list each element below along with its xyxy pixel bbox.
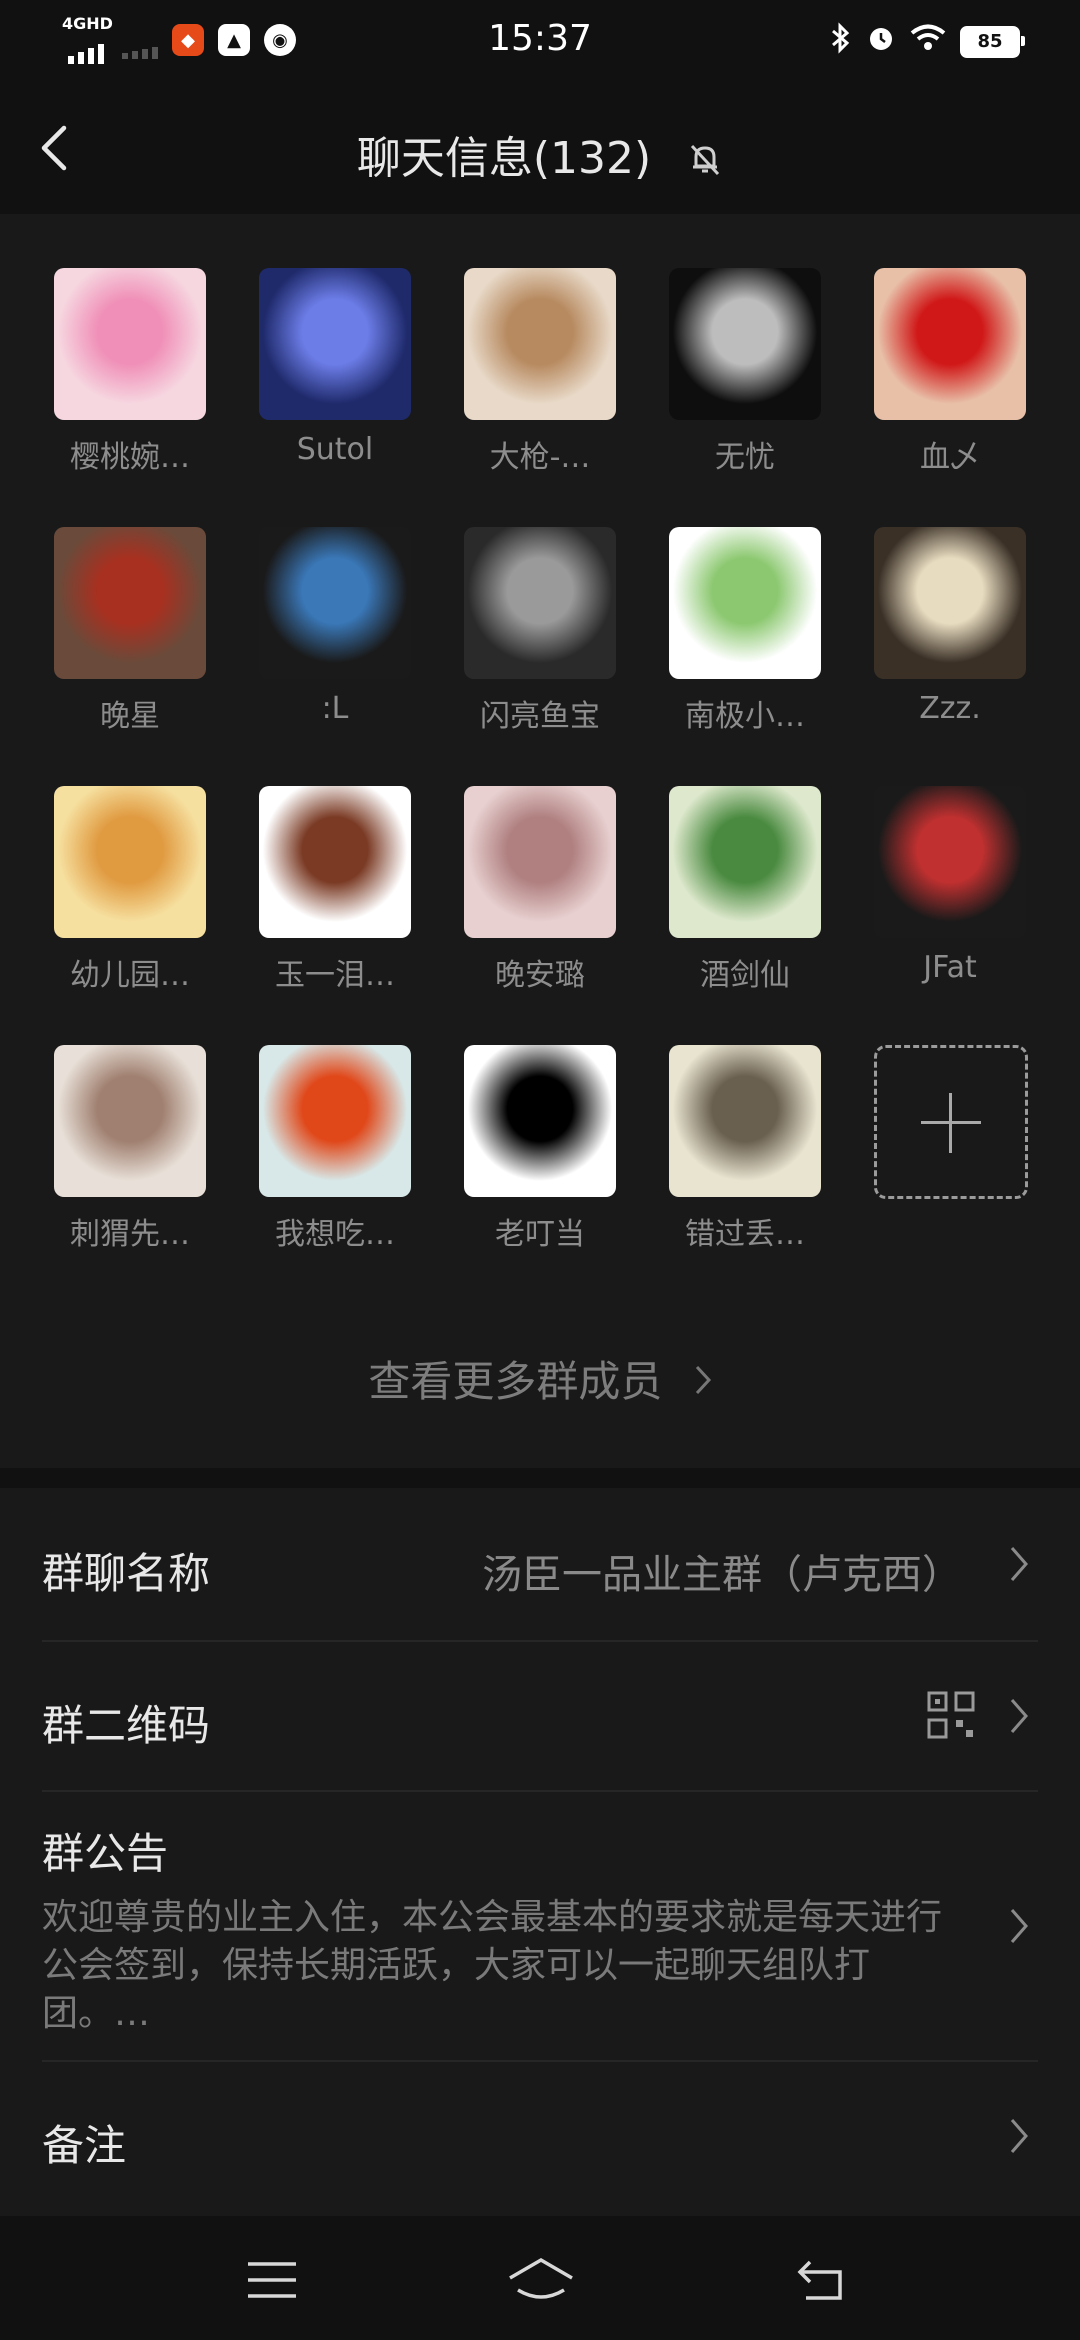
add-member-item	[874, 1045, 1028, 1304]
member-item[interactable]: 晚星	[54, 527, 206, 786]
alarm-icon	[866, 23, 896, 60]
chevron-right-icon	[1010, 1909, 1028, 1943]
member-avatar	[54, 527, 206, 679]
member-avatar	[259, 1045, 411, 1197]
member-name: 老叮当	[495, 1217, 585, 1252]
group-name-value: 汤臣一品业主群（卢克西）	[482, 1552, 962, 1598]
member-item[interactable]: 刺猬先…	[54, 1045, 206, 1304]
member-name: 南极小…	[685, 699, 805, 734]
group-name-label: 群聊名称	[42, 1549, 211, 1598]
member-name: Zzz.	[919, 691, 981, 726]
member-name: 血乄	[920, 440, 980, 475]
member-avatar	[669, 268, 821, 420]
member-item[interactable]: JFat	[874, 786, 1026, 1045]
system-nav-bar	[0, 2216, 1080, 2340]
member-avatar	[464, 786, 616, 938]
group-name-row[interactable]: 群聊名称 汤臣一品业主群（卢克西）	[42, 1488, 1038, 1642]
member-item[interactable]: 错过丢…	[669, 1045, 821, 1304]
member-name: 大枪-…	[489, 440, 591, 475]
member-name: 幼儿园…	[70, 958, 190, 993]
remark-row[interactable]: 备注	[42, 2060, 1038, 2216]
member-avatar	[874, 527, 1026, 679]
member-item[interactable]: Sutol	[259, 268, 411, 527]
view-more-members[interactable]: 查看更多群成员	[0, 1348, 1080, 1409]
home-icon[interactable]	[506, 2256, 576, 2304]
member-avatar	[874, 786, 1026, 938]
member-avatar	[669, 786, 821, 938]
member-avatar	[54, 786, 206, 938]
add-member-button[interactable]	[874, 1045, 1028, 1199]
member-item[interactable]: 我想吃…	[259, 1045, 411, 1304]
member-name: :L	[321, 691, 349, 726]
member-item[interactable]: 南极小…	[669, 527, 821, 786]
member-avatar	[669, 527, 821, 679]
member-item[interactable]: Zzz.	[874, 527, 1026, 786]
member-section: 樱桃婉… Sutol 大枪-… 无忧 血乄晚星 :L 闪亮鱼宝 南极小… Zzz. 幼儿园… 玉一泪…	[0, 214, 1080, 1468]
back-nav-icon[interactable]	[794, 2256, 850, 2304]
member-avatar	[464, 1045, 616, 1197]
bluetooth-icon	[830, 22, 852, 61]
member-item[interactable]: 老叮当	[464, 1045, 616, 1304]
wifi-icon	[910, 24, 946, 59]
member-name: 错过丢…	[685, 1217, 805, 1252]
qr-code-label: 群二维码	[42, 1701, 211, 1750]
member-name: 玉一泪…	[275, 958, 395, 993]
member-name: 闪亮鱼宝	[480, 699, 600, 734]
view-more-label: 查看更多群成员	[368, 1357, 663, 1406]
chevron-right-icon	[694, 1360, 712, 1406]
member-item[interactable]: 血乄	[874, 268, 1026, 527]
chevron-right-icon	[1010, 1547, 1028, 1581]
status-bar: 4GHD ◆ ▲ ◉ 15:37 85	[0, 0, 1080, 80]
member-grid: 樱桃婉… Sutol 大枪-… 无忧 血乄晚星 :L 闪亮鱼宝 南极小… Zzz. 幼儿园… 玉一泪…	[54, 268, 1028, 1304]
member-name: 酒剑仙	[700, 958, 790, 993]
group-notice-text: 欢迎尊贵的业主入住，本公会最基本的要求就是每天进行公会签到，保持长期活跃，大家可…	[42, 1897, 943, 2034]
member-avatar	[669, 1045, 821, 1197]
member-name: 我想吃…	[275, 1217, 395, 1252]
group-notice-label: 群公告	[42, 1829, 169, 1878]
page-title-text: 聊天信息(132)	[356, 133, 652, 184]
member-avatar	[54, 268, 206, 420]
member-name: 晚安璐	[495, 958, 585, 993]
group-notice-row[interactable]: 群公告 欢迎尊贵的业主入住，本公会最基本的要求就是每天进行公会签到，保持长期活跃…	[42, 1790, 1038, 2062]
member-item[interactable]: 樱桃婉…	[54, 268, 206, 527]
member-item[interactable]: 晚安璐	[464, 786, 616, 1045]
status-right: 85	[830, 22, 1025, 61]
member-name: 晚星	[100, 699, 160, 734]
member-name: 刺猬先…	[70, 1217, 190, 1252]
member-avatar	[464, 268, 616, 420]
page-title: 聊天信息(132)	[0, 122, 1080, 186]
member-avatar	[259, 527, 411, 679]
member-avatar	[54, 1045, 206, 1197]
member-name: 无忧	[715, 440, 775, 475]
chevron-right-icon	[1010, 2119, 1028, 2153]
chevron-right-icon	[1010, 1699, 1028, 1733]
member-name: JFat	[923, 950, 977, 985]
member-avatar	[259, 786, 411, 938]
remark-label: 备注	[42, 2121, 127, 2170]
member-item[interactable]: 大枪-…	[464, 268, 616, 527]
member-avatar	[464, 527, 616, 679]
settings-list: 群聊名称 汤臣一品业主群（卢克西） 群二维码 群公告 欢迎尊贵的业主入住，本公会…	[0, 1488, 1080, 2216]
menu-icon[interactable]	[244, 2256, 300, 2304]
member-item[interactable]: 闪亮鱼宝	[464, 527, 616, 786]
member-item[interactable]: 幼儿园…	[54, 786, 206, 1045]
qr-code-row[interactable]: 群二维码	[42, 1640, 1038, 1792]
member-item[interactable]: 酒剑仙	[669, 786, 821, 1045]
battery-indicator: 85	[960, 25, 1025, 58]
mute-bell-icon	[687, 137, 723, 176]
member-item[interactable]: :L	[259, 527, 411, 786]
member-avatar	[874, 268, 1026, 420]
member-name: Sutol	[296, 432, 374, 467]
member-item[interactable]: 玉一泪…	[259, 786, 411, 1045]
member-item[interactable]: 无忧	[669, 268, 821, 527]
member-avatar	[259, 268, 411, 420]
member-name: 樱桃婉…	[70, 440, 190, 475]
qr-code-icon	[927, 1691, 975, 1739]
title-bar: 聊天信息(132)	[0, 80, 1080, 214]
